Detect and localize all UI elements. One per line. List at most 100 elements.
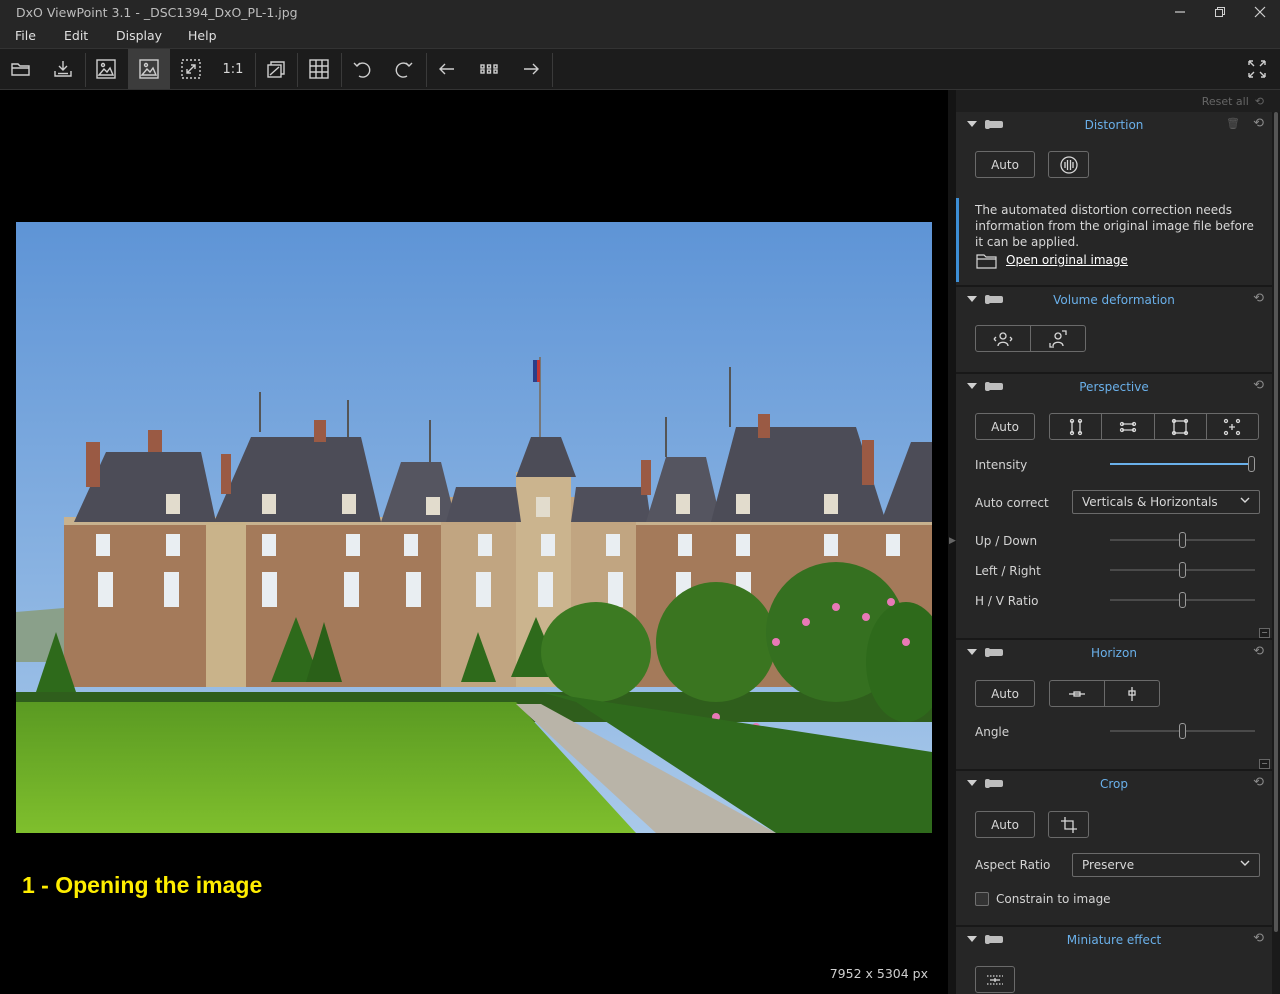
- image-dimensions: 7952 x 5304 px: [829, 966, 928, 981]
- distortion-title: Distortion: [1084, 118, 1144, 132]
- collapse-section-button[interactable]: −: [1259, 759, 1270, 769]
- volume-mode-group: [975, 325, 1086, 352]
- distortion-header[interactable]: Distortion 🗑 ⟲: [956, 112, 1272, 138]
- miniature-tool-button[interactable]: [975, 966, 1015, 993]
- menu-help[interactable]: Help: [188, 28, 217, 43]
- horizon-horizontal-button[interactable]: [1050, 681, 1105, 706]
- perspective-header[interactable]: Perspective ⟲: [956, 374, 1272, 400]
- reset-all-icon[interactable]: ⟲: [1255, 95, 1264, 108]
- expand-triangle-icon[interactable]: [967, 936, 977, 942]
- collapse-section-button[interactable]: −: [1259, 628, 1270, 638]
- browse-button[interactable]: [468, 49, 510, 89]
- undo-icon[interactable]: ⟲: [1253, 378, 1264, 393]
- distortion-lens-button[interactable]: [1048, 151, 1089, 178]
- volume-diagonal-button[interactable]: [1031, 326, 1085, 351]
- distortion-info-text: The automated distortion correction need…: [975, 203, 1254, 249]
- menu-edit[interactable]: Edit: [64, 28, 88, 43]
- distortion-toggle[interactable]: [985, 120, 1003, 129]
- open-button[interactable]: [0, 49, 42, 89]
- constrain-label[interactable]: Constrain to image: [996, 892, 1111, 906]
- angle-label: Angle: [975, 725, 1010, 739]
- person-diagonal-icon: [1049, 329, 1067, 348]
- panel-scrollbar[interactable]: [1272, 112, 1280, 994]
- undo-icon[interactable]: ⟲: [1253, 644, 1264, 659]
- panel-scrollbar-thumb[interactable]: [1274, 112, 1278, 932]
- open-original-image-link[interactable]: Open original image: [1006, 253, 1128, 267]
- rotate-right-button[interactable]: [383, 49, 425, 89]
- grid-button[interactable]: [298, 49, 340, 89]
- zoom-100-button[interactable]: 1:1: [212, 49, 254, 89]
- undo-icon[interactable]: ⟲: [1253, 116, 1264, 131]
- crop-auto-button[interactable]: Auto: [975, 811, 1035, 838]
- horizon-toggle[interactable]: [985, 648, 1003, 657]
- perspective-eight-point-button[interactable]: [1207, 414, 1258, 439]
- miniature-effect-title: Miniature effect: [1066, 933, 1162, 947]
- undo-icon[interactable]: ⟲: [1253, 931, 1264, 946]
- auto-correct-value: Verticals & Horizontals: [1082, 495, 1218, 509]
- auto-correct-dropdown[interactable]: Verticals & Horizontals: [1072, 490, 1260, 514]
- hv-ratio-slider-knob[interactable]: [1179, 592, 1186, 608]
- close-button[interactable]: [1240, 0, 1280, 24]
- panel-splitter[interactable]: ▶: [948, 90, 956, 994]
- perspective-vertical-button[interactable]: [1050, 414, 1103, 439]
- hv-ratio-label: H / V Ratio: [975, 594, 1039, 608]
- after-view-button[interactable]: [128, 49, 170, 89]
- fullscreen-button[interactable]: [1236, 49, 1278, 89]
- perspective-toggle[interactable]: [985, 382, 1003, 391]
- volume-cylindrical-button[interactable]: [976, 326, 1031, 351]
- expand-triangle-icon[interactable]: [967, 649, 977, 655]
- crop-tool-button[interactable]: [1048, 811, 1089, 838]
- undo-icon[interactable]: ⟲: [1253, 775, 1264, 790]
- expand-triangle-icon[interactable]: [967, 780, 977, 786]
- distortion-auto-button[interactable]: Auto: [975, 151, 1035, 178]
- crop-header[interactable]: Crop ⟲: [956, 771, 1272, 797]
- fit-screen-button[interactable]: [170, 49, 212, 89]
- eight-points-icon: [1224, 418, 1241, 435]
- constrain-checkbox[interactable]: [975, 892, 989, 906]
- export-button[interactable]: [42, 49, 84, 89]
- perspective-horizontal-button[interactable]: [1102, 414, 1155, 439]
- expand-triangle-icon[interactable]: [967, 296, 977, 302]
- reset-all-label[interactable]: Reset all: [1202, 95, 1249, 108]
- miniature-effect-header[interactable]: Miniature effect ⟲: [956, 927, 1272, 953]
- horizon-auto-button[interactable]: Auto: [975, 680, 1035, 707]
- before-view-button[interactable]: [85, 49, 127, 89]
- maximize-button[interactable]: [1200, 0, 1240, 24]
- miniature-toggle[interactable]: [985, 935, 1003, 944]
- rotate-left-button[interactable]: [341, 49, 383, 89]
- up-down-slider[interactable]: [1110, 532, 1255, 548]
- aspect-ratio-dropdown[interactable]: Preserve: [1072, 853, 1260, 877]
- trash-icon[interactable]: 🗑: [1226, 117, 1240, 130]
- undo-icon[interactable]: ⟲: [1253, 291, 1264, 306]
- intensity-slider[interactable]: [1110, 456, 1255, 472]
- up-down-slider-knob[interactable]: [1179, 532, 1186, 548]
- compare-button[interactable]: [255, 49, 297, 89]
- menu-bar: File Edit Display Help: [0, 24, 1280, 48]
- collapse-arrow-icon[interactable]: ▶: [949, 536, 956, 546]
- minimize-button[interactable]: [1160, 0, 1200, 24]
- perspective-rectangle-button[interactable]: [1155, 414, 1207, 439]
- intensity-slider-knob[interactable]: [1248, 456, 1255, 472]
- toolbar-separator: [552, 53, 553, 87]
- expand-triangle-icon[interactable]: [967, 121, 977, 127]
- left-right-slider[interactable]: [1110, 562, 1255, 578]
- chevron-down-icon: [1240, 860, 1250, 866]
- next-image-button[interactable]: [510, 49, 552, 89]
- menu-file[interactable]: File: [15, 28, 36, 43]
- previous-image-button[interactable]: [426, 49, 468, 89]
- volume-deformation-header[interactable]: Volume deformation ⟲: [956, 287, 1272, 313]
- close-icon: [1254, 6, 1266, 18]
- volume-toggle[interactable]: [985, 295, 1003, 304]
- minimize-icon: [1175, 11, 1185, 13]
- horizon-vertical-button[interactable]: [1105, 681, 1159, 706]
- angle-slider[interactable]: [1110, 723, 1255, 739]
- image-viewer[interactable]: 1 - Opening the image 7952 x 5304 px: [0, 90, 948, 994]
- menu-display[interactable]: Display: [116, 28, 162, 43]
- left-right-slider-knob[interactable]: [1179, 562, 1186, 578]
- perspective-auto-button[interactable]: Auto: [975, 413, 1035, 440]
- expand-triangle-icon[interactable]: [967, 383, 977, 389]
- hv-ratio-slider[interactable]: [1110, 592, 1255, 608]
- crop-toggle[interactable]: [985, 779, 1003, 788]
- angle-slider-knob[interactable]: [1179, 723, 1186, 739]
- horizon-header[interactable]: Horizon ⟲: [956, 640, 1272, 666]
